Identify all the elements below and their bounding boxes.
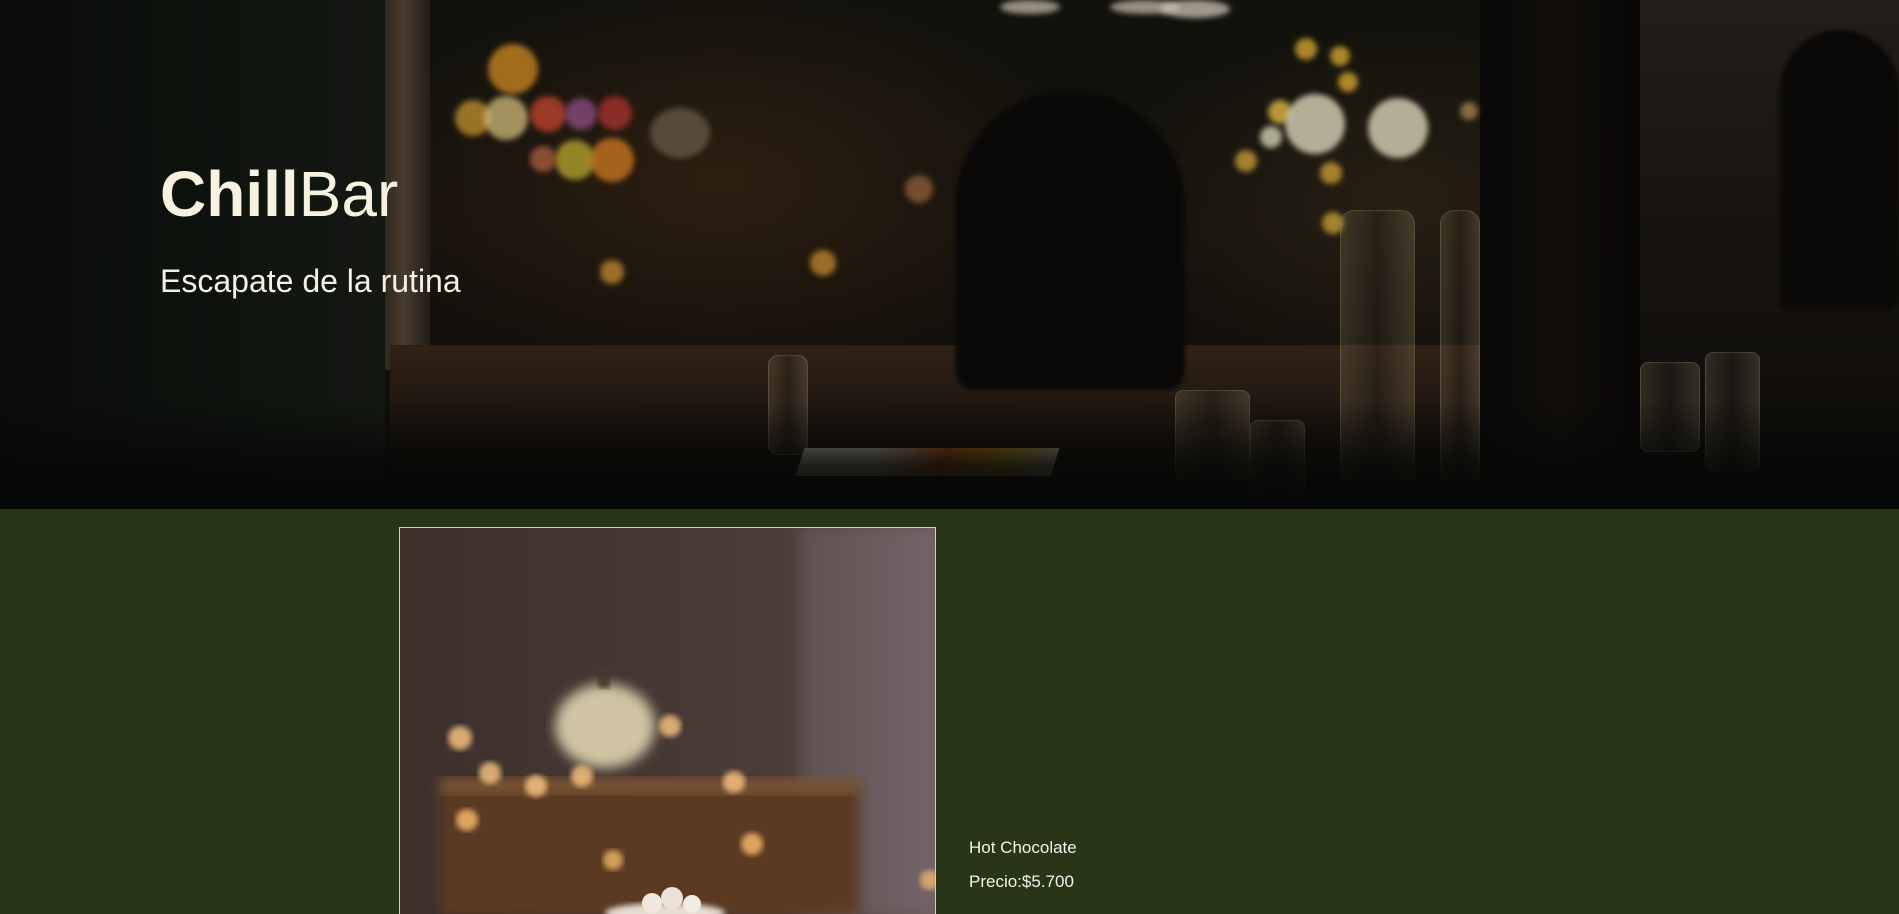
price-label: Precio: [969, 872, 1022, 891]
product-photo-illustration [400, 528, 935, 914]
product-name: Hot Chocolate [969, 838, 1077, 857]
product-price: Precio:$5.700 [969, 872, 1074, 892]
brand-name-light: Bar [298, 158, 399, 230]
price-value: $5.700 [1021, 872, 1074, 891]
brand-logo: ChillBar [160, 156, 398, 232]
product-image[interactable] [399, 527, 936, 914]
hero-banner: ChillBar Escapate de la rutina [0, 0, 1899, 509]
hero-tagline: Escapate de la rutina [160, 263, 461, 299]
brand-name-strong: Chill [160, 158, 299, 230]
